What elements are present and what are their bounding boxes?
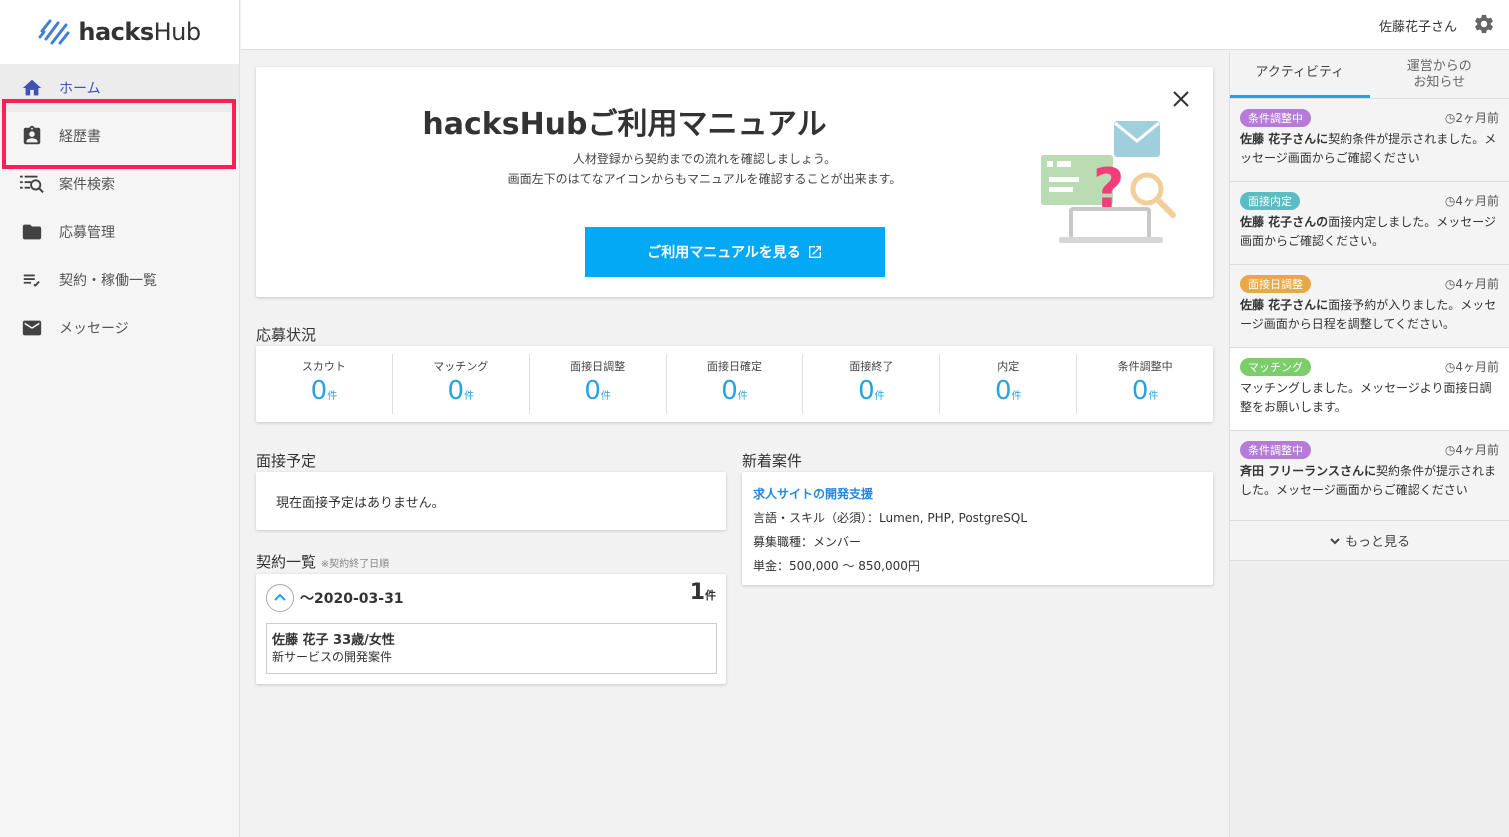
activity-item[interactable]: 条件調整中 ◷4ヶ月前 斉田 フリーランスさんに契約条件が提示されました。メッセ… <box>1230 431 1509 521</box>
activity-item[interactable]: マッチング ◷4ヶ月前 マッチングしました。メッセージより面接日調整をお願いしま… <box>1230 348 1509 431</box>
sidebar-item-contracts[interactable]: 契約・稼働一覧 <box>0 256 239 304</box>
hackshub-logo-icon <box>38 19 70 45</box>
status-cell-offer[interactable]: 内定 0件 <box>940 354 1078 414</box>
new-jobs-heading: 新着案件 <box>742 452 803 470</box>
sidebar-item-label: 契約・稼働一覧 <box>59 273 157 289</box>
application-status-card: スカウト 0件 マッチング 0件 面接日調整 0件 面接日確定 0件 面接終了 … <box>256 346 1213 422</box>
status-heading: 応募状況 <box>256 326 317 344</box>
job-title-link[interactable]: 求人サイトの開発支援 <box>753 482 1202 506</box>
folder-icon <box>20 220 44 244</box>
list-search-icon <box>20 172 44 196</box>
sidebar-item-resume[interactable]: 経歴書 <box>0 112 239 160</box>
sidebar-item-label: ホーム <box>59 81 101 97</box>
contract-count: 1件 <box>689 580 716 605</box>
user-name[interactable]: 佐藤花子さん <box>1379 16 1457 35</box>
svg-text:?: ? <box>1093 157 1124 220</box>
activity-item[interactable]: 面接内定 ◷4ヶ月前 佐藤 花子さんの面接内定しました。メッセージ画面からご確認… <box>1230 182 1509 265</box>
logo[interactable]: hacksHub <box>0 0 239 64</box>
chevron-down-icon <box>1330 537 1340 544</box>
interview-heading: 面接予定 <box>256 452 317 470</box>
interview-card: 現在面接予定はありません。 <box>256 472 726 530</box>
sidebar-item-applications[interactable]: 応募管理 <box>0 208 239 256</box>
activity-item[interactable]: 条件調整中 ◷2ヶ月前 佐藤 花子さんに契約条件が提示されました。メッセージ画面… <box>1230 99 1509 182</box>
manual-illustration-icon: ? <box>1041 121 1176 243</box>
interview-empty-text: 現在面接予定はありません。 <box>276 496 445 511</box>
gear-icon[interactable] <box>1473 13 1495 35</box>
status-cell-matching[interactable]: マッチング 0件 <box>393 354 530 414</box>
contract-period-header: 〜2020-03-31 <box>266 584 404 612</box>
status-badge: 面接内定 <box>1240 192 1300 210</box>
status-badge: マッチング <box>1240 358 1311 376</box>
sidebar-item-job-search[interactable]: 案件検索 <box>0 160 239 208</box>
top-header: 佐藤花子さん <box>241 0 1509 50</box>
activity-item[interactable]: 面接日調整 ◷4ヶ月前 佐藤 花子さんに面接予約が入りました。メッセージ画面から… <box>1230 265 1509 348</box>
status-badge: 面接日調整 <box>1240 275 1311 293</box>
close-icon[interactable] <box>1171 89 1191 109</box>
tab-activity[interactable]: アクティビティ <box>1230 51 1370 98</box>
view-manual-button[interactable]: ご利用マニュアルを見る <box>585 227 885 277</box>
activity-time: ◷2ヶ月前 <box>1444 111 1499 125</box>
status-cell-interview-scheduling[interactable]: 面接日調整 0件 <box>530 354 667 414</box>
activity-time: ◷4ヶ月前 <box>1444 277 1499 291</box>
status-badge: 条件調整中 <box>1240 441 1311 459</box>
sidebar-item-label: メッセージ <box>59 321 129 337</box>
clipboard-account-icon <box>20 124 44 148</box>
sidebar-item-label: 応募管理 <box>59 225 115 241</box>
contract-list-item[interactable]: 佐藤 花子 33歳/女性 新サービスの開発案件 <box>266 623 717 674</box>
contract-period: 〜2020-03-31 <box>300 591 404 607</box>
contracts-card: 〜2020-03-31 1件 佐藤 花子 33歳/女性 新サービスの開発案件 <box>256 574 726 684</box>
job-skills: 言語・スキル（必須）：Lumen, PHP, PostgreSQL <box>753 511 1028 525</box>
contract-project: 新サービスの開発案件 <box>272 650 393 664</box>
tab-announcements[interactable]: 運営からの お知らせ <box>1370 51 1509 98</box>
sidebar-item-home[interactable]: ホーム <box>0 64 239 112</box>
show-more-button[interactable]: もっと見る <box>1230 521 1509 561</box>
sidebar-item-label: 案件検索 <box>59 177 115 193</box>
job-price: 単金：500,000 〜 850,000円 <box>753 559 920 573</box>
chevron-up-icon[interactable] <box>266 584 294 612</box>
activity-time: ◷4ヶ月前 <box>1444 194 1499 208</box>
activity-tabs: アクティビティ 運営からの お知らせ <box>1230 51 1509 99</box>
logo-text: hacksHub <box>78 18 201 46</box>
sidebar-item-label: 経歴書 <box>59 129 101 145</box>
new-job-card: 求人サイトの開発支援 言語・スキル（必須）：Lumen, PHP, Postgr… <box>742 472 1213 585</box>
playlist-check-icon <box>20 268 44 292</box>
status-cell-negotiation[interactable]: 条件調整中 0件 <box>1077 354 1213 414</box>
activity-time: ◷4ヶ月前 <box>1444 360 1499 374</box>
contracts-heading: 契約一覧 ※契約終了日順 <box>256 553 390 571</box>
sidebar: hacksHub ホーム 経歴書 案件検索 応募管理 契約・稼働一覧 メッセージ <box>0 0 240 837</box>
external-link-icon <box>808 246 821 258</box>
contract-person: 佐藤 花子 33歳/女性 <box>272 633 395 648</box>
activity-panel: アクティビティ 運営からの お知らせ 条件調整中 ◷2ヶ月前 佐藤 花子さんに契約… <box>1229 51 1509 837</box>
status-cell-interview-confirmed[interactable]: 面接日確定 0件 <box>667 354 804 414</box>
status-cell-interview-done[interactable]: 面接終了 0件 <box>803 354 941 414</box>
status-badge: 条件調整中 <box>1240 109 1311 127</box>
manual-card: hacksHubご利用マニュアル 人材登録から契約までの流れを確認しましょう。 … <box>256 67 1213 297</box>
sidebar-item-messages[interactable]: メッセージ <box>0 304 239 352</box>
activity-time: ◷4ヶ月前 <box>1444 443 1499 457</box>
home-icon <box>20 76 44 100</box>
job-role: 募集職種：メンバー <box>753 535 862 549</box>
status-cell-scout[interactable]: スカウト 0件 <box>256 354 393 414</box>
mail-icon <box>20 316 44 340</box>
contracts-note: ※契約終了日順 <box>320 559 390 570</box>
